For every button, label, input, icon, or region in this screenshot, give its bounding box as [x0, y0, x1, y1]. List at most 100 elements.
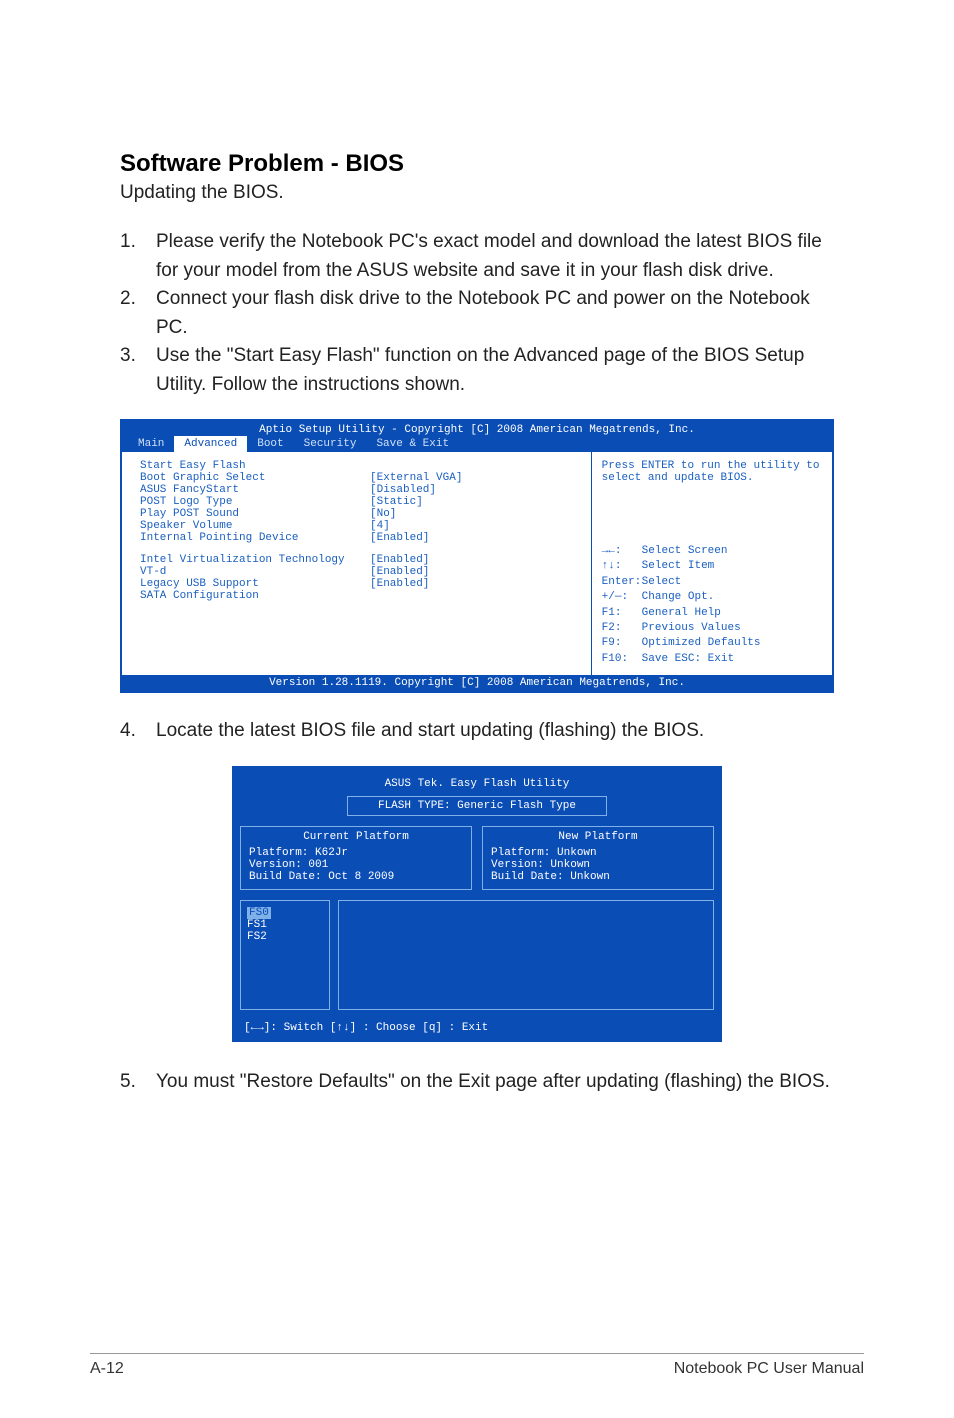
easy-flash-utility: ASUS Tek. Easy Flash Utility FLASH TYPE:…: [232, 766, 722, 1042]
bios-footer: Version 1.28.1119. Copyright [C] 2008 Am…: [122, 675, 832, 691]
bios-help-description: Press ENTER to run the utility to select…: [602, 460, 822, 484]
bios-help-key: ↑↓:: [602, 559, 642, 574]
step-text: Please verify the Notebook PC's exact mo…: [156, 228, 834, 285]
bios-help-row: F9:Optimized Defaults: [602, 636, 822, 651]
page-footer: A-12 Notebook PC User Manual: [90, 1353, 864, 1378]
bios-key: ASUS FancyStart: [140, 484, 370, 496]
step-4: 4. Locate the latest BIOS file and start…: [120, 717, 834, 746]
page-number: A-12: [90, 1360, 124, 1378]
new-platform-name: Platform: Unkown: [491, 847, 705, 859]
step-text: Locate the latest BIOS file and start up…: [156, 717, 834, 746]
bios-row[interactable]: Speaker Volume[4]: [140, 520, 581, 532]
steps-list-2: 4. Locate the latest BIOS file and start…: [120, 717, 834, 746]
bios-row[interactable]: SATA Configuration: [140, 590, 581, 602]
bios-help-val: Select: [642, 575, 682, 590]
bios-help-panel: Press ENTER to run the utility to select…: [592, 452, 832, 675]
step-3: 3. Use the "Start Easy Flash" function o…: [120, 342, 834, 399]
step-2: 2. Connect your flash disk drive to the …: [120, 285, 834, 342]
bios-help-val: Save ESC: Exit: [642, 652, 734, 667]
bios-key: Legacy USB Support: [140, 578, 370, 590]
bios-val: [Enabled]: [370, 554, 429, 566]
bios-help-key: +/—:: [602, 590, 642, 605]
step-number: 5.: [120, 1068, 156, 1097]
new-platform-version: Version: Unkown: [491, 859, 705, 871]
bios-row[interactable]: Boot Graphic Select[External VGA]: [140, 472, 581, 484]
current-platform-build: Build Date: Oct 8 2009: [249, 871, 463, 883]
new-platform-title: New Platform: [491, 831, 705, 843]
current-platform-panel: Current Platform Platform: K62Jr Version…: [240, 826, 472, 890]
bios-help-row: Enter:Select: [602, 575, 822, 590]
bios-key: POST Logo Type: [140, 496, 370, 508]
tab-save-exit[interactable]: Save & Exit: [366, 436, 459, 452]
bios-val: [No]: [370, 508, 396, 520]
flash-volume-fs0[interactable]: FS0: [247, 907, 271, 919]
bios-val: [Enabled]: [370, 566, 429, 578]
bios-key: Play POST Sound: [140, 508, 370, 520]
current-platform-version: Version: 001: [249, 859, 463, 871]
step-1: 1. Please verify the Notebook PC's exact…: [120, 228, 834, 285]
bios-help-key: Enter:: [602, 575, 642, 590]
bios-help-val: Select Item: [642, 559, 715, 574]
new-platform-panel: New Platform Platform: Unkown Version: U…: [482, 826, 714, 890]
bios-help-key: F10:: [602, 652, 642, 667]
flash-volume-fs2[interactable]: FS2: [247, 931, 323, 943]
bios-header: Aptio Setup Utility - Copyright [C] 2008…: [122, 421, 832, 436]
tab-main[interactable]: Main: [128, 436, 174, 452]
bios-key: SATA Configuration: [140, 590, 370, 602]
bios-help-val: Previous Values: [642, 621, 741, 636]
bios-val: [4]: [370, 520, 390, 532]
bios-row[interactable]: Legacy USB Support[Enabled]: [140, 578, 581, 590]
step-text: You must "Restore Defaults" on the Exit …: [156, 1068, 834, 1097]
bios-row[interactable]: Start Easy Flash: [140, 460, 581, 472]
bios-help-row: F2:Previous Values: [602, 621, 822, 636]
bios-tabs: Main Advanced Boot Security Save & Exit: [122, 436, 832, 452]
bios-settings-panel: Start Easy Flash Boot Graphic Select[Ext…: [122, 452, 592, 675]
flash-file-view[interactable]: [338, 900, 714, 1010]
bios-key: Start Easy Flash: [140, 460, 370, 472]
bios-help-key: F1:: [602, 606, 642, 621]
step-text: Use the "Start Easy Flash" function on t…: [156, 342, 834, 399]
flash-volume-fs1[interactable]: FS1: [247, 919, 323, 931]
step-text: Connect your flash disk drive to the Not…: [156, 285, 834, 342]
bios-val: [Static]: [370, 496, 423, 508]
bios-help-val: General Help: [642, 606, 721, 621]
bios-help-row: ↑↓:Select Item: [602, 559, 822, 574]
step-number: 2.: [120, 285, 156, 342]
bios-help-key: F2:: [602, 621, 642, 636]
flash-type: FLASH TYPE: Generic Flash Type: [347, 796, 608, 816]
bios-key: Boot Graphic Select: [140, 472, 370, 484]
bios-help-row: F10:Save ESC: Exit: [602, 652, 822, 667]
bios-row[interactable]: VT-d[Enabled]: [140, 566, 581, 578]
steps-list-1: 1. Please verify the Notebook PC's exact…: [120, 228, 834, 399]
tab-security[interactable]: Security: [294, 436, 367, 452]
bios-key: VT-d: [140, 566, 370, 578]
bios-help-key: →←:: [602, 544, 642, 559]
bios-row[interactable]: ASUS FancyStart[Disabled]: [140, 484, 581, 496]
step-number: 1.: [120, 228, 156, 285]
bios-row[interactable]: Internal Pointing Device[Enabled]: [140, 532, 581, 544]
tab-boot[interactable]: Boot: [247, 436, 293, 452]
current-platform-name: Platform: K62Jr: [249, 847, 463, 859]
bios-help-row: +/—:Change Opt.: [602, 590, 822, 605]
page-heading: Software Problem - BIOS: [120, 150, 834, 178]
bios-row[interactable]: Intel Virtualization Technology[Enabled]: [140, 554, 581, 566]
bios-val: [Enabled]: [370, 532, 429, 544]
current-platform-title: Current Platform: [249, 831, 463, 843]
bios-val: [Enabled]: [370, 578, 429, 590]
step-number: 3.: [120, 342, 156, 399]
page-subheading: Updating the BIOS.: [120, 182, 834, 204]
flash-footer-hints: [←→]: Switch [↑↓] : Choose [q] : Exit: [240, 1020, 714, 1034]
bios-help-val: Change Opt.: [642, 590, 715, 605]
bios-setup-utility: Aptio Setup Utility - Copyright [C] 2008…: [120, 419, 834, 693]
bios-key: Intel Virtualization Technology: [140, 554, 370, 566]
step-number: 4.: [120, 717, 156, 746]
manual-title: Notebook PC User Manual: [674, 1360, 864, 1378]
bios-row[interactable]: Play POST Sound[No]: [140, 508, 581, 520]
bios-key: Internal Pointing Device: [140, 532, 370, 544]
new-platform-build: Build Date: Unkown: [491, 871, 705, 883]
flash-title: ASUS Tek. Easy Flash Utility: [240, 774, 714, 796]
bios-row[interactable]: POST Logo Type[Static]: [140, 496, 581, 508]
steps-list-3: 5. You must "Restore Defaults" on the Ex…: [120, 1068, 834, 1097]
flash-volume-list[interactable]: FS0 FS1 FS2: [240, 900, 330, 1010]
tab-advanced[interactable]: Advanced: [174, 436, 247, 452]
